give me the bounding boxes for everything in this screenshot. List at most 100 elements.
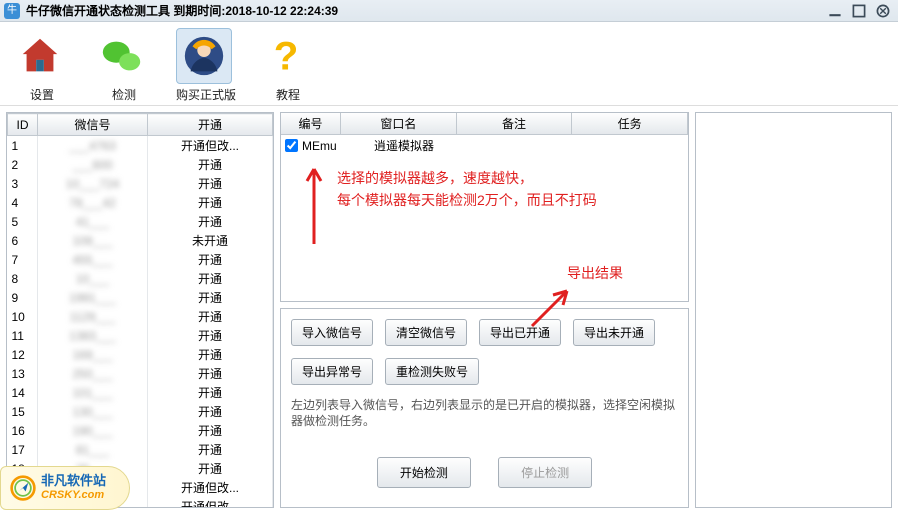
cell-status: 开通 bbox=[148, 193, 273, 212]
export-unopened-button[interactable]: 导出未开通 bbox=[573, 319, 655, 346]
col-status[interactable]: 开通 bbox=[148, 114, 273, 136]
log-panel bbox=[695, 112, 892, 508]
cell-wechat: 81___ bbox=[38, 440, 148, 459]
maximize-button[interactable] bbox=[848, 3, 870, 19]
cell-id: 6 bbox=[8, 231, 38, 250]
tutorial-button[interactable]: ? 教程 bbox=[258, 28, 318, 103]
table-row[interactable]: 91991___开通 bbox=[8, 288, 273, 307]
controls-panel: 导出结果 导入微信号 清空微信号 导出已开通 导出未开通 导出异常号 重检测失败… bbox=[280, 308, 689, 508]
badge-en-text: CRSKY.com bbox=[41, 488, 106, 502]
cell-wechat: 41___ bbox=[38, 212, 148, 231]
table-row[interactable]: 1___4763开通但改... bbox=[8, 136, 273, 156]
cell-wechat: 1991___ bbox=[38, 288, 148, 307]
col-task[interactable]: 任务 bbox=[572, 113, 688, 135]
detect-button[interactable]: 检测 bbox=[94, 28, 154, 103]
cell-wechat: 190___ bbox=[38, 421, 148, 440]
table-row[interactable]: 541___开通 bbox=[8, 212, 273, 231]
cell-id: 2 bbox=[8, 155, 38, 174]
table-row[interactable]: 101129___开通 bbox=[8, 307, 273, 326]
cell-wechat: 101___ bbox=[38, 383, 148, 402]
start-detect-button[interactable]: 开始检测 bbox=[377, 457, 471, 488]
cell-wechat: 78___42 bbox=[38, 193, 148, 212]
cell-id: 12 bbox=[8, 345, 38, 364]
emulator-window: 逍遥模拟器 bbox=[344, 137, 464, 154]
cell-status: 开通 bbox=[148, 326, 273, 345]
cell-wechat: 109___ bbox=[38, 231, 148, 250]
minimize-button[interactable] bbox=[824, 3, 846, 19]
cell-id: 4 bbox=[8, 193, 38, 212]
table-row[interactable]: 13250___开通 bbox=[8, 364, 273, 383]
table-row[interactable]: 111383___开通 bbox=[8, 326, 273, 345]
toolbar-label: 教程 bbox=[258, 86, 318, 103]
table-row[interactable]: 310___724开通 bbox=[8, 174, 273, 193]
table-row[interactable]: 14101___开通 bbox=[8, 383, 273, 402]
cell-status: 开通 bbox=[148, 440, 273, 459]
wechat-id-list[interactable]: ID 微信号 开通 1___4763开通但改...2___600开通310___… bbox=[6, 112, 274, 508]
table-row[interactable]: 1781___开通 bbox=[8, 440, 273, 459]
table-row[interactable]: 478___42开通 bbox=[8, 193, 273, 212]
cell-wechat: ___600 bbox=[38, 155, 148, 174]
emulator-row[interactable]: MEmu 逍遥模拟器 bbox=[281, 135, 688, 156]
clear-ids-button[interactable]: 清空微信号 bbox=[385, 319, 467, 346]
toolbar-label: 购买正式版 bbox=[176, 86, 236, 103]
cell-id: 15 bbox=[8, 402, 38, 421]
retry-failed-button[interactable]: 重检测失败号 bbox=[385, 358, 479, 385]
badge-cn-text: 非凡软件站 bbox=[41, 474, 106, 488]
title-bar: 牛 牛仔微信开通状态检测工具 到期时间:2018-10-12 22:24:39 bbox=[0, 0, 898, 22]
buy-button[interactable]: 购买正式版 bbox=[176, 28, 236, 103]
close-button[interactable] bbox=[872, 3, 894, 19]
table-row[interactable]: 2___600开通 bbox=[8, 155, 273, 174]
app-logo-icon: 牛 bbox=[4, 3, 20, 19]
cell-wechat: 130___ bbox=[38, 402, 148, 421]
cell-wechat: 169___ bbox=[38, 345, 148, 364]
table-row[interactable]: 810___开通 bbox=[8, 269, 273, 288]
col-window[interactable]: 窗口名 bbox=[341, 113, 457, 135]
table-row[interactable]: 12169___开通 bbox=[8, 345, 273, 364]
table-row[interactable]: 7455___开通 bbox=[8, 250, 273, 269]
question-icon: ? bbox=[258, 28, 314, 84]
cell-wechat: 10___724 bbox=[38, 174, 148, 193]
cell-id: 7 bbox=[8, 250, 38, 269]
toolbar-label: 检测 bbox=[94, 86, 154, 103]
cell-id: 10 bbox=[8, 307, 38, 326]
table-row[interactable]: 6109___未开通 bbox=[8, 231, 273, 250]
cell-status: 开通 bbox=[148, 250, 273, 269]
support-icon bbox=[176, 28, 232, 84]
cell-status: 开通 bbox=[148, 364, 273, 383]
cell-status: 开通 bbox=[148, 402, 273, 421]
cell-status: 未开通 bbox=[148, 231, 273, 250]
toolbar-label: 设置 bbox=[12, 86, 72, 103]
cell-wechat: 10___ bbox=[38, 269, 148, 288]
cell-id: 11 bbox=[8, 326, 38, 345]
emulator-list: 编号 窗口名 备注 任务 MEmu 逍遥模拟器 选择的模拟器越多，速度越快， 每… bbox=[280, 112, 689, 302]
import-ids-button[interactable]: 导入微信号 bbox=[291, 319, 373, 346]
export-hint-text: 导出结果 bbox=[567, 263, 623, 283]
settings-button[interactable]: 设置 bbox=[12, 28, 72, 103]
col-remark[interactable]: 备注 bbox=[457, 113, 573, 135]
crsky-badge: 非凡软件站 CRSKY.com bbox=[0, 466, 130, 510]
cell-status: 开通 bbox=[148, 459, 273, 478]
stop-detect-button[interactable]: 停止检测 bbox=[498, 457, 592, 488]
cell-wechat: 455___ bbox=[38, 250, 148, 269]
crsky-icon bbox=[9, 474, 37, 502]
cell-status: 开通 bbox=[148, 155, 273, 174]
cell-wechat: 1129___ bbox=[38, 307, 148, 326]
cell-status: 开通 bbox=[148, 383, 273, 402]
cell-wechat: 250___ bbox=[38, 364, 148, 383]
table-row[interactable]: 16190___开通 bbox=[8, 421, 273, 440]
emulator-hint-text: 选择的模拟器越多，速度越快， 每个模拟器每天能检测2万个，而且不打码 bbox=[337, 167, 597, 211]
cell-status: 开通 bbox=[148, 307, 273, 326]
cell-id: 13 bbox=[8, 364, 38, 383]
col-index[interactable]: 编号 bbox=[281, 113, 341, 135]
cell-status: 开通但改... bbox=[148, 497, 273, 508]
cell-id: 14 bbox=[8, 383, 38, 402]
export-abnormal-button[interactable]: 导出异常号 bbox=[291, 358, 373, 385]
emulator-name: MEmu bbox=[302, 139, 344, 153]
cell-status: 开通但改... bbox=[148, 136, 273, 156]
col-id[interactable]: ID bbox=[8, 114, 38, 136]
emulator-checkbox[interactable] bbox=[285, 139, 298, 152]
col-wechat[interactable]: 微信号 bbox=[38, 114, 148, 136]
window-title: 牛仔微信开通状态检测工具 到期时间:2018-10-12 22:24:39 bbox=[26, 2, 338, 19]
home-icon bbox=[12, 28, 68, 84]
table-row[interactable]: 15130___开通 bbox=[8, 402, 273, 421]
